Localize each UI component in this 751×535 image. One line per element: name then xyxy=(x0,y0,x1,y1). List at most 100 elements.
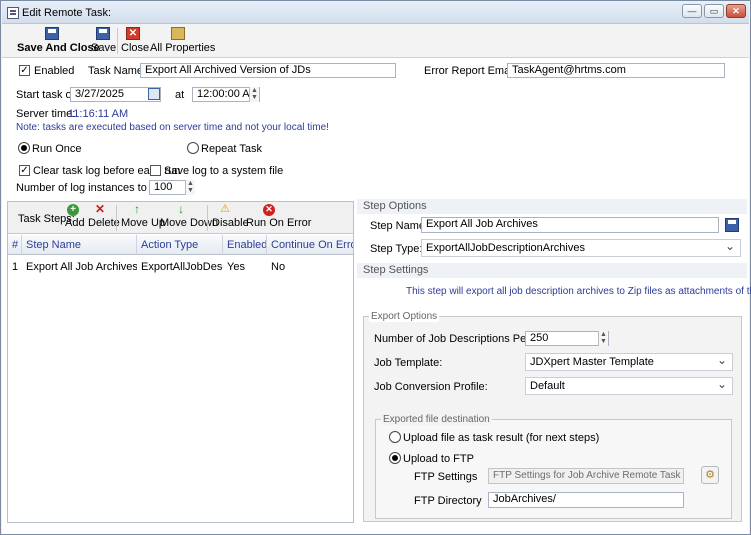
row-continue-on-error: No xyxy=(271,261,286,273)
per-zip-input[interactable]: 250 xyxy=(525,331,609,346)
arrow-down-icon: ↓ xyxy=(178,202,184,216)
upload-result-label: Upload file as task result (for next ste… xyxy=(403,432,600,444)
close-label: Close xyxy=(121,42,150,54)
arrow-up-icon: ↑ xyxy=(134,202,140,216)
server-time-label: Server time: xyxy=(16,108,76,120)
upload-ftp-radio[interactable] xyxy=(389,452,401,464)
disable-step-button[interactable]: ⚠ Disable xyxy=(212,203,249,230)
move-down-label: Move Down xyxy=(160,217,219,229)
edit-remote-task-window: Edit Remote Task: — ▭ ✕ Save And Close S… xyxy=(0,0,751,535)
run-once-label: Run Once xyxy=(32,143,82,155)
ftp-directory-label: FTP Directory xyxy=(414,495,482,507)
main-toolbar: Save And Close Save ✕ Close All Properti… xyxy=(2,24,749,58)
job-template-dropdown[interactable]: JDXpert Master Template xyxy=(525,353,733,371)
add-icon: + xyxy=(67,204,79,216)
save-log-checkbox[interactable] xyxy=(150,165,161,176)
conversion-profile-label: Job Conversion Profile: xyxy=(374,381,488,393)
move-up-button[interactable]: ↑ Move Up xyxy=(121,202,165,229)
row-number: 1 xyxy=(12,261,19,273)
task-steps-toolbar: Task Steps: + Add ✕ Delete ↑ Move Up ↓ M… xyxy=(8,202,353,234)
close-button[interactable]: ✕ Close xyxy=(121,27,149,54)
file-destination-title: Exported file destination xyxy=(381,414,492,425)
step-settings-description: This step will export all job descriptio… xyxy=(406,286,751,297)
ftp-settings-gear-icon[interactable]: ⚙ xyxy=(701,466,719,484)
column-header-action-type[interactable]: Action Type xyxy=(137,235,223,255)
enabled-checkbox[interactable]: ✓ xyxy=(19,65,30,76)
error-icon: ✕ xyxy=(263,204,275,216)
step-settings-header: Step Settings xyxy=(357,263,747,278)
column-header-enabled[interactable]: Enabled xyxy=(223,235,267,255)
server-time-note: Note: tasks are executed based on server… xyxy=(16,122,329,133)
save-button[interactable]: Save xyxy=(91,27,117,54)
save-step-icon[interactable] xyxy=(725,218,739,232)
at-label: at xyxy=(175,89,185,101)
job-template-label: Job Template: xyxy=(374,357,443,369)
per-zip-spinner-icon[interactable]: ▲ ▼ xyxy=(598,331,608,346)
column-header-step-name[interactable]: Step Name xyxy=(22,235,137,255)
column-header-continue-on-error[interactable]: Continue On Error xyxy=(267,235,353,255)
steps-separator-2 xyxy=(207,205,208,231)
close-x-icon: ✕ xyxy=(126,27,140,40)
task-name-label: Task Name: xyxy=(88,65,147,77)
start-task-label: Start task on xyxy=(16,89,78,101)
run-once-radio[interactable] xyxy=(18,142,30,154)
add-label: Add xyxy=(65,217,85,229)
enabled-label: Enabled xyxy=(34,65,75,77)
run-on-error-button[interactable]: ✕ Run On Error xyxy=(246,204,311,229)
row-enabled: Yes xyxy=(227,261,245,273)
repeat-task-radio[interactable] xyxy=(187,142,199,154)
task-name-input[interactable]: Export All Archived Version of JDs xyxy=(140,63,396,78)
steps-grid-header: # Step Name Action Type Enabled Continue… xyxy=(8,235,353,255)
conversion-profile-dropdown[interactable]: Default xyxy=(525,377,733,395)
log-instances-spinner-icon[interactable]: ▲ ▼ xyxy=(185,180,195,195)
clear-log-checkbox[interactable]: ✓ xyxy=(19,165,30,176)
move-up-label: Move Up xyxy=(121,217,166,229)
title-bar: Edit Remote Task: — ▭ ✕ xyxy=(2,2,749,24)
toolbar-separator xyxy=(117,28,118,54)
export-options-title: Export Options xyxy=(369,311,440,322)
warning-icon: ⚠ xyxy=(220,203,230,215)
delete-icon: ✕ xyxy=(94,202,106,216)
server-time-value: 11:16:11 AM xyxy=(68,108,129,120)
task-steps-panel: Task Steps: + Add ✕ Delete ↑ Move Up ↓ M… xyxy=(7,201,354,523)
step-name-label: Step Name: xyxy=(370,220,429,232)
run-on-error-label: Run On Error xyxy=(246,217,312,229)
add-step-button[interactable]: + Add xyxy=(65,204,85,229)
upload-ftp-label: Upload to FTP xyxy=(403,453,474,465)
step-type-label: Step Type: xyxy=(370,243,423,255)
step-options-header: Step Options xyxy=(357,199,747,214)
properties-icon xyxy=(171,27,185,40)
error-email-label: Error Report Email: xyxy=(424,65,519,77)
time-spinner-icon[interactable]: ▲ ▼ xyxy=(249,87,259,102)
calendar-icon[interactable] xyxy=(148,88,160,100)
step-type-dropdown[interactable]: ExportAllJobDescriptionArchives xyxy=(421,239,741,257)
table-row[interactable]: 1 Export All Job Archives ExportAllJobDe… xyxy=(8,260,353,274)
save-icon xyxy=(96,27,110,40)
delete-step-button[interactable]: ✕ Delete xyxy=(88,202,120,229)
close-icon[interactable]: ✕ xyxy=(726,4,746,18)
window-title: Edit Remote Task: xyxy=(22,7,112,19)
all-properties-button[interactable]: All Properties xyxy=(150,27,215,54)
ftp-settings-input[interactable]: FTP Settings for Job Archive Remote Task xyxy=(488,468,684,484)
ftp-directory-input[interactable]: JobArchives/ xyxy=(488,492,684,508)
repeat-task-label: Repeat Task xyxy=(201,143,262,155)
maximize-icon[interactable]: ▭ xyxy=(704,4,724,18)
window-icon xyxy=(7,7,19,19)
save-and-close-label: Save And Close xyxy=(17,42,100,54)
ftp-settings-label: FTP Settings xyxy=(414,471,478,483)
save-and-close-button[interactable]: Save And Close xyxy=(17,27,100,54)
steps-separator xyxy=(116,205,117,231)
error-email-input[interactable]: TaskAgent@hrtms.com xyxy=(507,63,725,78)
move-down-button[interactable]: ↓ Move Down xyxy=(160,202,218,229)
all-properties-label: All Properties xyxy=(150,42,216,54)
column-header-number[interactable]: # xyxy=(8,235,22,255)
disable-label: Disable xyxy=(212,217,249,229)
save-and-close-icon xyxy=(45,27,59,40)
save-log-label: Save log to a system file xyxy=(164,165,284,177)
row-action-type: ExportAllJobDescriptionArchives xyxy=(141,261,223,273)
minimize-icon[interactable]: — xyxy=(682,4,702,18)
step-name-input[interactable]: Export All Job Archives xyxy=(421,217,719,233)
save-label: Save xyxy=(91,42,117,54)
row-step-name: Export All Job Archives xyxy=(26,261,137,273)
upload-result-radio[interactable] xyxy=(389,431,401,443)
